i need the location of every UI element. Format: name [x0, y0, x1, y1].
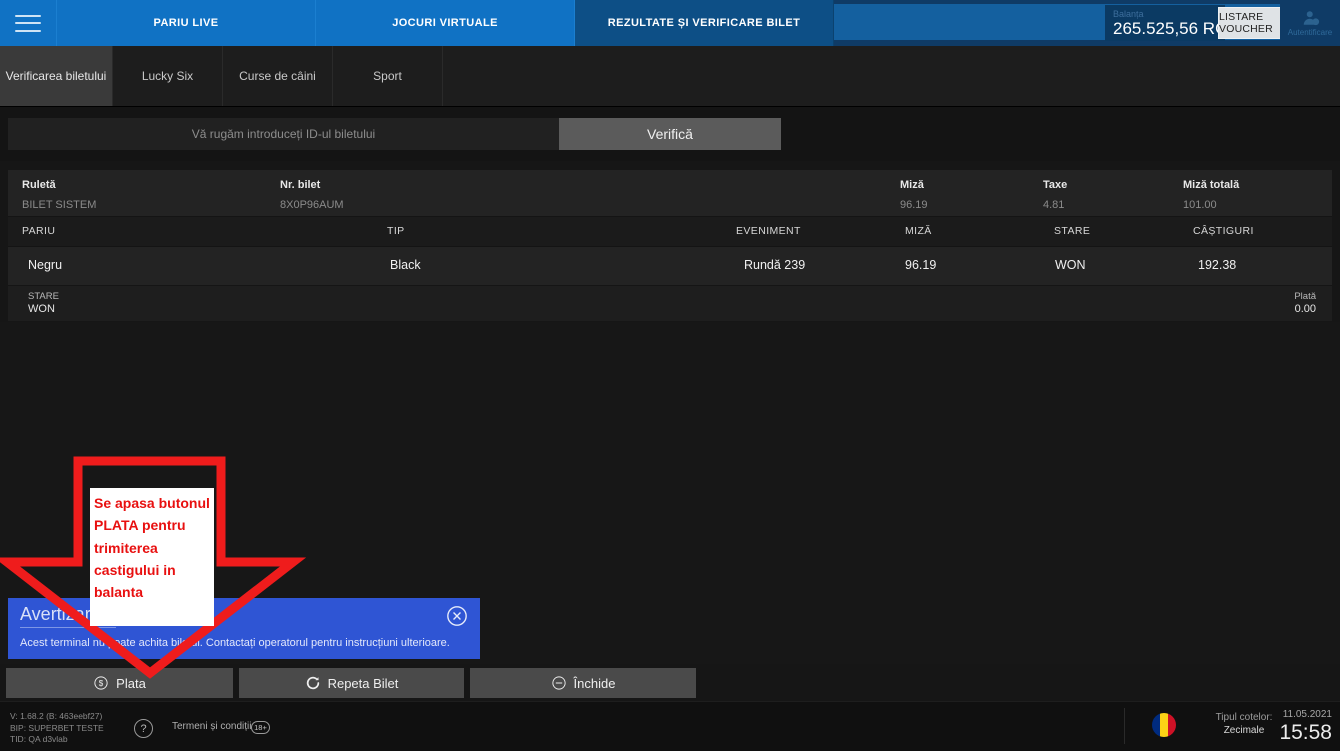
- terms-link[interactable]: Termeni și condiții: [172, 721, 251, 732]
- autentificare-button[interactable]: Autentificare: [1280, 0, 1340, 46]
- nav-item-rezultate-verificare-bilet[interactable]: REZULTATE ȘI VERIFICARE BILET: [575, 0, 834, 46]
- tab-label: Curse de câini: [239, 68, 316, 83]
- ticket-id-input[interactable]: [8, 118, 559, 150]
- bet-columns-header: PARIU TIP EVENIMENT MIZĂ STARE CÂȘTIGURI: [8, 217, 1332, 247]
- odds-type-display: Tipul cotelor: Zecimale: [1196, 711, 1292, 737]
- odds-type-label: Tipul cotelor:: [1215, 712, 1273, 723]
- table-row[interactable]: Negru Black Rundă 239 96.19 WON 192.38: [8, 247, 1332, 286]
- tab-label: Verificarea biletului: [5, 68, 107, 83]
- nav-label: PARIU LIVE: [153, 16, 219, 29]
- odds-type-value: Zecimale: [1223, 725, 1265, 736]
- tab-strip: Verificarea biletului Lucky Six Curse de…: [0, 46, 1340, 107]
- menu-button[interactable]: [0, 0, 57, 46]
- summary-value-total-stake: 101.00: [1183, 199, 1217, 211]
- ticket-status-value: WON: [28, 303, 55, 315]
- tab-strip-filler: [443, 46, 1340, 106]
- autentificare-label: Autentificare: [1287, 28, 1333, 37]
- romania-flag-icon: [1152, 713, 1176, 737]
- bet-eveniment: Rundă 239: [744, 258, 806, 272]
- repeta-bilet-label: Repeta Bilet: [327, 675, 399, 691]
- footer-time: 15:58: [1279, 721, 1332, 744]
- action-button-bar: $ Plata Repeta Bilet Închide: [6, 668, 696, 698]
- tab-verificarea-biletului[interactable]: Verificarea biletului: [0, 46, 113, 106]
- version-info: V: 1.68.2 (B: 463eebf27) BIP: SUPERBET T…: [10, 711, 104, 744]
- tab-lucky-six[interactable]: Lucky Six: [113, 46, 223, 106]
- nav-item-pariu-live[interactable]: PARIU LIVE: [57, 0, 316, 46]
- plata-button[interactable]: $ Plata: [6, 668, 233, 698]
- bet-column-miza: MIZĂ: [905, 225, 932, 237]
- datetime-display: 11.05.2021 15:58: [1279, 708, 1332, 745]
- bet-tip: Black: [390, 258, 421, 272]
- nav-label: REZULTATE ȘI VERIFICARE BILET: [607, 16, 801, 29]
- bet-column-pariu: PARIU: [22, 225, 56, 237]
- repeta-bilet-button[interactable]: Repeta Bilet: [239, 668, 464, 698]
- verifica-label: Verifică: [647, 126, 693, 142]
- tab-curse-de-caini[interactable]: Curse de câini: [223, 46, 333, 106]
- bet-pariu: Negru: [28, 258, 63, 272]
- warning-message: Acest terminal nu poate achita biletul. …: [20, 637, 450, 649]
- summary-header-tax: Taxe: [1043, 179, 1068, 191]
- summary-value-ticket-no: 8X0P96AUM: [280, 199, 344, 211]
- bet-column-castiguri: CÂȘTIGURI: [1193, 225, 1254, 237]
- annotation-text: Se apasa butonul PLATA pentru trimiterea…: [94, 495, 210, 601]
- bet-column-stare: STARE: [1054, 225, 1091, 237]
- verifica-button[interactable]: Verifică: [559, 118, 781, 150]
- status-badge: WON: [1055, 258, 1086, 272]
- summary-header-total-stake: Miză totală: [1183, 179, 1240, 191]
- dollar-circle-icon: $: [94, 676, 108, 690]
- balance-widget[interactable]: Balanța 265.525,56 RON: [1105, 5, 1241, 41]
- footer-date: 11.05.2021: [1282, 709, 1332, 720]
- balance-label: Balanța: [1113, 8, 1144, 19]
- age-restriction-icon: 18+: [251, 721, 270, 734]
- inchide-label: Închide: [573, 675, 616, 691]
- annotation-callout: Se apasa butonul PLATA pentru trimiterea…: [90, 488, 214, 626]
- ticket-status-label: STARE: [28, 291, 59, 302]
- inchide-button[interactable]: Închide: [470, 668, 696, 698]
- ticket-summary-row: Ruletă Nr. bilet Miză Taxe Miză totală B…: [8, 170, 1332, 217]
- summary-value-game: BILET SISTEM: [22, 199, 97, 211]
- user-account-icon: [1303, 11, 1319, 26]
- header-spacer: Balanța 265.525,56 RON LISTARE VOUCHER A…: [834, 0, 1340, 46]
- summary-value-tax: 4.81: [1043, 199, 1065, 211]
- top-header: PARIU LIVE JOCURI VIRTUALE REZULTATE ȘI …: [0, 0, 1340, 46]
- summary-header-ticket-no: Nr. bilet: [280, 179, 321, 191]
- payout-value: 0.00: [1294, 303, 1316, 315]
- help-icon[interactable]: ?: [134, 719, 153, 738]
- summary-value-stake: 96.19: [900, 199, 928, 211]
- ticket-panel: Ruletă Nr. bilet Miză Taxe Miză totală B…: [8, 170, 1332, 321]
- bet-castiguri: 192.38: [1198, 258, 1237, 272]
- tab-label: Lucky Six: [141, 68, 194, 83]
- ticket-search-row: Verifică: [0, 107, 1340, 161]
- refresh-icon: [306, 676, 319, 690]
- close-circle-icon: [447, 606, 467, 626]
- tab-label: Sport: [373, 68, 402, 83]
- summary-header-stake: Miză: [900, 179, 924, 191]
- hamburger-icon: [15, 14, 41, 32]
- svg-text:$: $: [99, 679, 104, 688]
- plata-label: Plata: [116, 675, 146, 691]
- payout-label: Plată: [1294, 291, 1316, 302]
- ticket-status-row: STARE WON Plată 0.00: [8, 286, 1332, 321]
- warning-banner: Avertizare Acest terminal nu poate achit…: [8, 598, 480, 659]
- bet-column-tip: TIP: [387, 225, 405, 237]
- bet-column-eveniment: EVENIMENT: [736, 225, 801, 237]
- footer-divider: [1124, 708, 1125, 744]
- terminal-screen: PARIU LIVE JOCURI VIRTUALE REZULTATE ȘI …: [0, 0, 1340, 751]
- bet-miza: 96.19: [905, 258, 937, 272]
- tab-sport[interactable]: Sport: [333, 46, 443, 106]
- warning-close-button[interactable]: [446, 605, 468, 627]
- balance-value: 265.525,56 RON: [1113, 18, 1241, 38]
- minus-circle-icon: [551, 676, 566, 690]
- nav-item-jocuri-virtuale[interactable]: JOCURI VIRTUALE: [316, 0, 575, 46]
- nav-label: JOCURI VIRTUALE: [392, 16, 498, 29]
- summary-header-game: Ruletă: [22, 179, 56, 191]
